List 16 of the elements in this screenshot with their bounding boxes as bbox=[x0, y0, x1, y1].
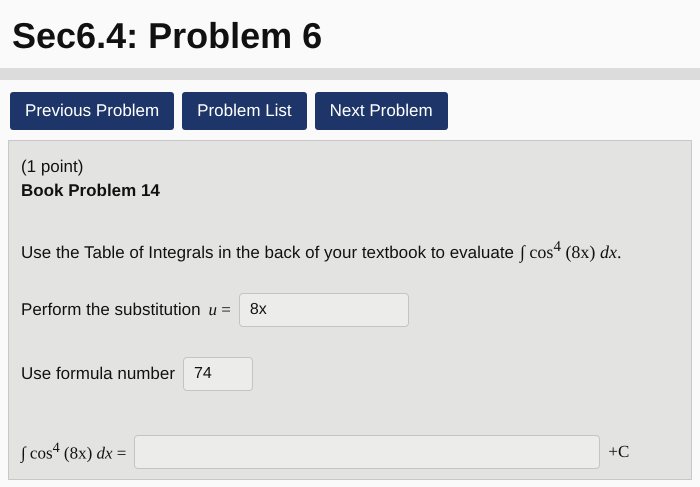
answer-field[interactable]: 8x bbox=[238, 293, 409, 327]
integral-expression: ∫ cos$^{4}$ (8x) dx. bbox=[520, 239, 622, 263]
math-expression: ∫ cos$^{4}$ (8x) dx = bbox=[21, 440, 126, 464]
points-text: (1 point) bbox=[21, 157, 84, 177]
field-label: Perform the substitution bbox=[21, 300, 201, 320]
answer-field[interactable] bbox=[134, 435, 600, 469]
nav-button[interactable]: Previous Problem bbox=[10, 92, 174, 130]
page-title: Sec6.4: Problem 6 bbox=[11, 14, 324, 58]
field-label: Use formula number bbox=[21, 364, 176, 384]
problem-source: Book Problem 14 bbox=[21, 181, 161, 201]
nav-button[interactable]: Problem List bbox=[182, 92, 307, 130]
answer-field[interactable]: 74 bbox=[183, 357, 254, 391]
math-expression: u = bbox=[208, 300, 231, 320]
nav-button[interactable]: Next Problem bbox=[314, 92, 448, 130]
problem-statement: Use the Table of Integrals in the back of your textbook to evaluate bbox=[21, 243, 514, 263]
constant-suffix: +C bbox=[608, 442, 630, 462]
